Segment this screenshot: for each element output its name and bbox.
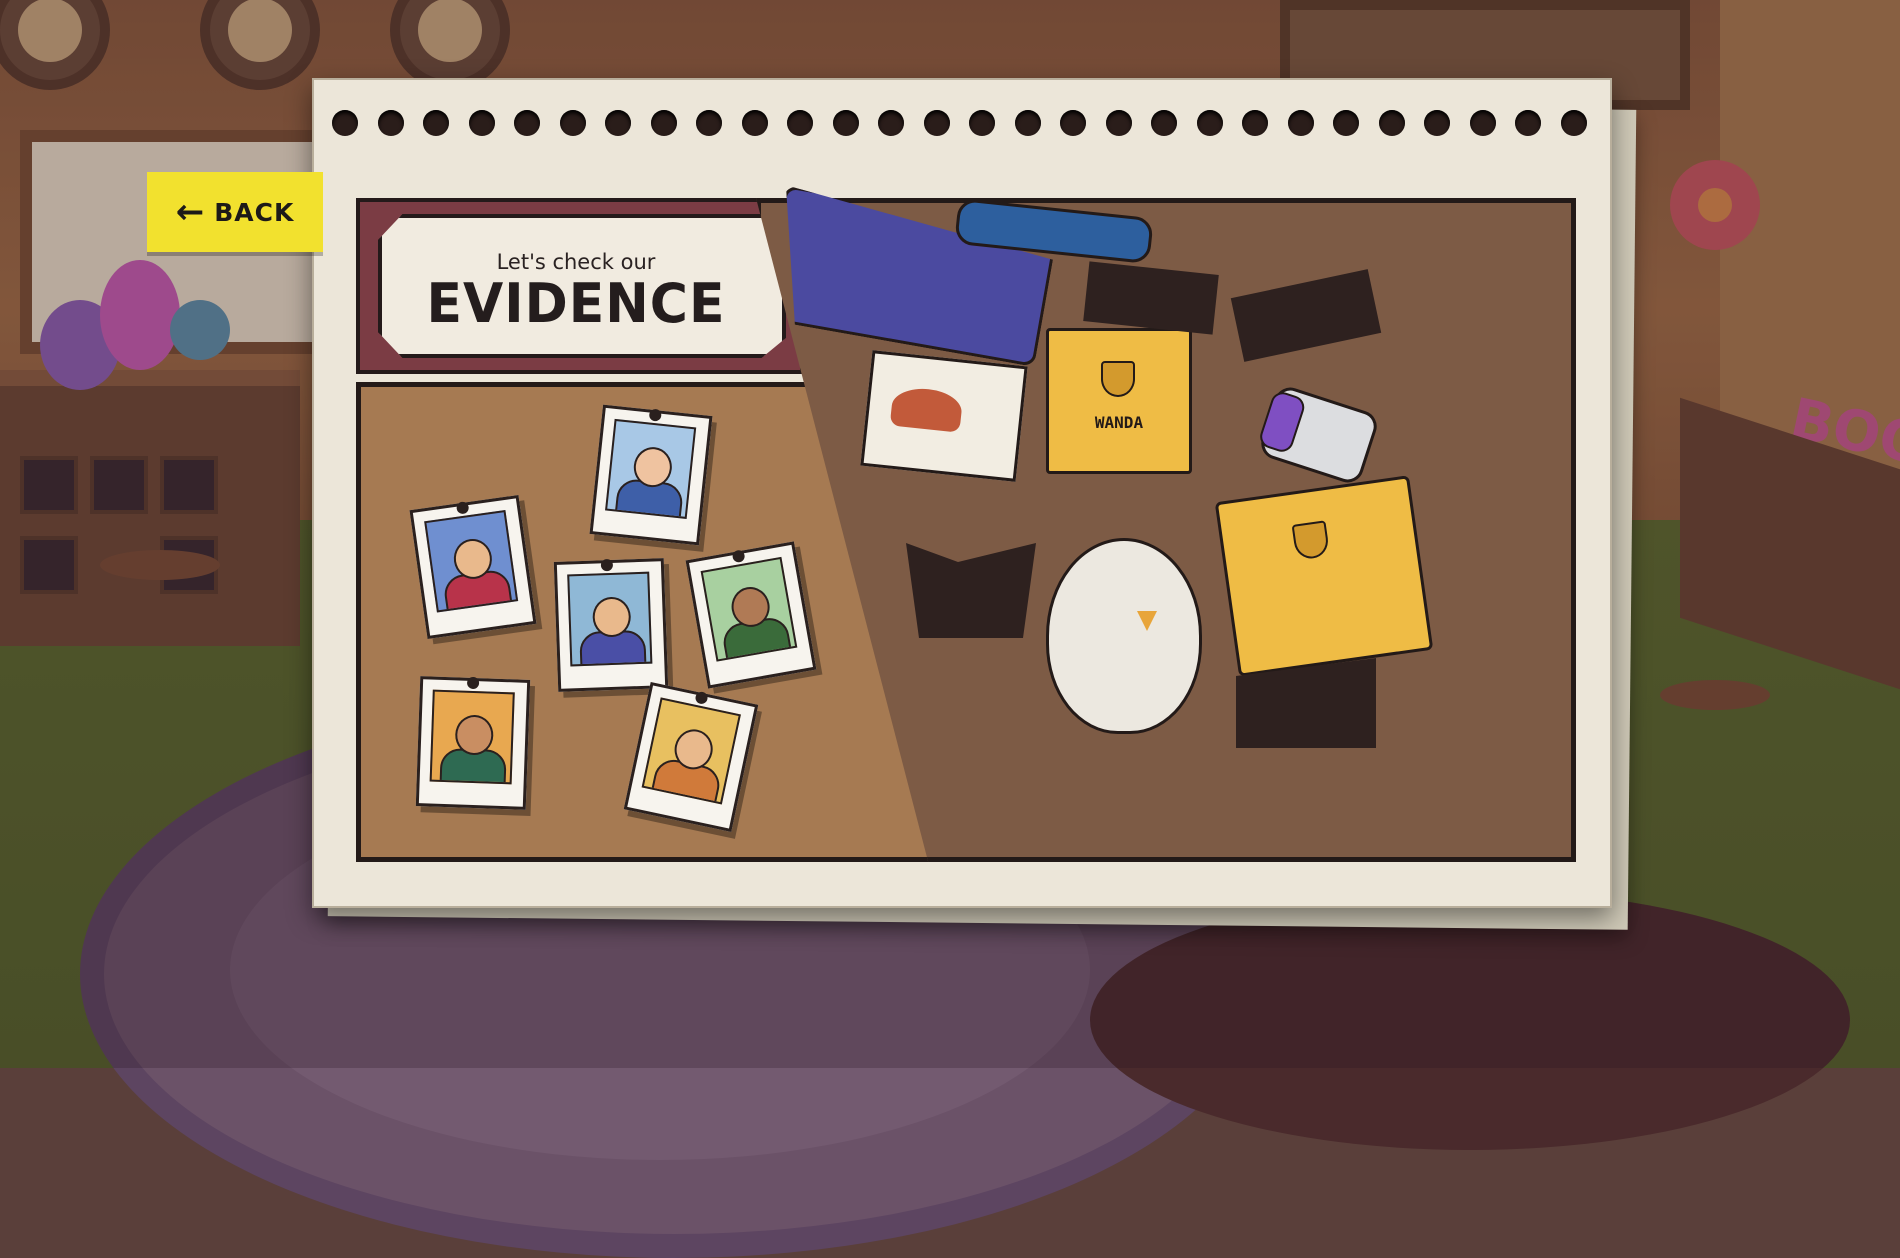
suspect-photo-mother-child[interactable]: [553, 558, 669, 692]
spiral-hole: [969, 110, 995, 136]
owl-beak: [1137, 611, 1157, 631]
spiral-hole: [1469, 110, 1496, 136]
food-box-evidence[interactable]: [860, 350, 1028, 482]
wanda-case-folder[interactable]: WANDA: [1046, 328, 1192, 474]
spiral-hole: [1014, 110, 1041, 136]
notebook-page: Let's check our EVIDENCE WANDA: [312, 78, 1612, 908]
spiral-hole: [650, 110, 677, 136]
pin-icon: [694, 690, 709, 706]
spiral-hole: [514, 110, 540, 136]
evidence-subtitle: Let's check our: [496, 250, 656, 274]
arrow-left-icon: ←: [175, 192, 205, 232]
portrait: [429, 689, 515, 785]
suspect-photo-officer[interactable]: [409, 494, 537, 640]
spiral-hole: [559, 110, 586, 136]
spiral-hole: [423, 110, 449, 136]
evidence-title-panel: Let's check our EVIDENCE: [356, 198, 804, 374]
spiral-hole: [1196, 110, 1223, 136]
spiral-hole: [605, 110, 631, 136]
badge-icon: [1101, 361, 1135, 397]
spiral-hole: [1287, 110, 1314, 136]
evidence-title: EVIDENCE: [426, 272, 726, 336]
pin-icon: [466, 676, 480, 690]
back-button-label: BACK: [214, 197, 295, 227]
folder-label: WANDA: [1094, 413, 1144, 432]
pin-icon: [455, 501, 470, 515]
badge-icon: [1291, 520, 1331, 561]
spiral-hole: [468, 110, 495, 136]
spiral-hole: [1560, 110, 1587, 136]
portrait: [641, 697, 741, 805]
portrait: [567, 571, 653, 667]
spiral-hole: [923, 110, 950, 136]
spiral-hole: [832, 110, 859, 136]
spiral-hole: [1151, 110, 1177, 136]
spiral-hole: [377, 110, 404, 136]
spiral-holes: [324, 110, 1604, 140]
spiral-hole: [787, 110, 813, 136]
evidence-scene: WANDA: [756, 198, 1576, 862]
spiral-hole: [696, 110, 722, 136]
pie-slice: [889, 385, 964, 433]
spiral-hole: [1515, 110, 1541, 136]
back-button[interactable]: ← BACK: [147, 172, 323, 252]
suspect-photo-grandma[interactable]: [589, 404, 713, 546]
spiral-hole: [1424, 110, 1450, 136]
owl-plush-evidence[interactable]: [1046, 538, 1202, 734]
spiral-hole: [1378, 110, 1405, 136]
spiral-hole: [332, 110, 358, 136]
spiral-hole: [878, 110, 904, 136]
pin-icon: [648, 408, 662, 422]
spiral-hole: [1105, 110, 1132, 136]
pin-icon: [600, 558, 614, 572]
portrait: [605, 418, 697, 519]
second-case-folder[interactable]: [1214, 475, 1434, 677]
suspect-photo-mustache-man[interactable]: [415, 676, 531, 810]
portrait: [424, 509, 519, 613]
evidence-notebook: Let's check our EVIDENCE WANDA: [312, 78, 1637, 930]
spiral-hole: [741, 110, 768, 136]
pin-icon: [731, 549, 746, 564]
spiral-hole: [1333, 110, 1359, 136]
spiral-hole: [1060, 110, 1086, 136]
spiral-hole: [1242, 110, 1268, 136]
